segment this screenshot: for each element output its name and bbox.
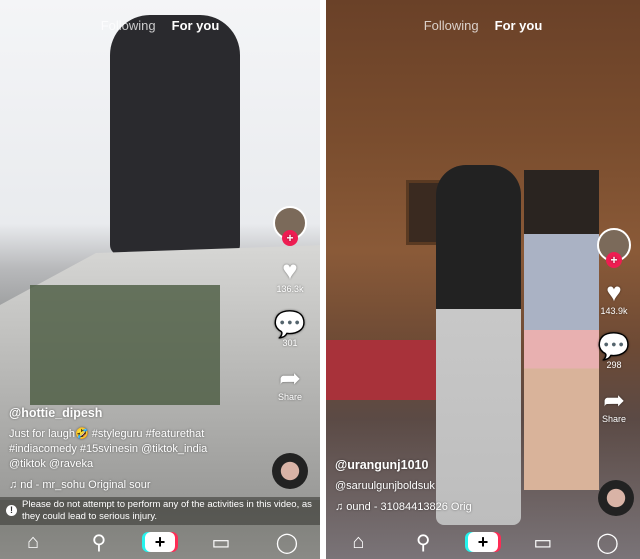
inbox-icon[interactable]: ▭ <box>523 530 563 555</box>
caption: @urangunj1010 @saruulgunjboldsuk ♫ ound … <box>335 458 472 515</box>
video-person <box>524 170 599 490</box>
follow-plus-icon[interactable]: + <box>282 230 298 246</box>
caption-line: @tiktok @raveka <box>9 458 94 470</box>
music-disc[interactable] <box>272 453 308 489</box>
music-ticker[interactable]: ♫ ound - 31084413826 Orig <box>335 500 472 515</box>
create-icon[interactable]: + <box>145 532 175 552</box>
home-icon[interactable]: ⌂ <box>338 531 378 554</box>
inbox-icon[interactable]: ▭ <box>201 530 241 555</box>
search-icon[interactable]: ⚲ <box>79 530 119 555</box>
caption-line: @saruulgunjboldsuk <box>335 480 435 492</box>
home-icon[interactable]: ⌂ <box>13 531 53 554</box>
bottom-nav: ⌂ ⚲ + ▭ ◯ <box>326 525 640 559</box>
tab-following[interactable]: Following <box>424 18 479 33</box>
top-tabs: Following For you <box>326 18 640 33</box>
warning-banner: ! Please do not attempt to perform any o… <box>0 497 320 525</box>
comment-icon[interactable]: 💬 <box>592 332 636 360</box>
video-feed-right[interactable]: Following For you + ♥ 143.9k 💬 298 ➦ Shar… <box>326 0 640 559</box>
like-count: 136.3k <box>276 284 304 294</box>
profile-icon[interactable]: ◯ <box>267 530 307 555</box>
create-icon[interactable]: + <box>467 532 498 552</box>
bottom-nav: ⌂ ⚲ + ▭ ◯ <box>0 525 320 559</box>
share-icon[interactable]: ➦ <box>268 364 312 392</box>
username[interactable]: @hottie_dipesh <box>9 406 207 421</box>
tab-for-you[interactable]: For you <box>172 18 220 33</box>
video-feed-left[interactable]: Following For you + ♥ 136.3k 💬 301 ➦ Shar… <box>0 0 320 559</box>
warning-icon: ! <box>6 505 17 516</box>
action-bar: + ♥ 143.9k 💬 298 ➦ Share <box>592 228 636 424</box>
video-person <box>110 15 240 255</box>
comment-icon[interactable]: 💬 <box>268 310 312 338</box>
share-label: Share <box>601 414 627 424</box>
follow-plus-icon[interactable]: + <box>606 252 622 268</box>
username[interactable]: @urangunj1010 <box>335 458 472 473</box>
heart-icon[interactable]: ♥ <box>268 256 312 284</box>
share-icon[interactable]: ➦ <box>592 386 636 414</box>
top-tabs: Following For you <box>0 18 320 33</box>
share-label: Share <box>277 392 303 402</box>
like-count: 143.9k <box>600 306 628 316</box>
comment-count: 298 <box>606 360 622 370</box>
video-window <box>30 285 220 405</box>
tab-for-you[interactable]: For you <box>495 18 543 33</box>
music-disc[interactable] <box>598 480 634 516</box>
heart-icon[interactable]: ♥ <box>592 278 636 306</box>
caption-line: Just for laugh🤣 #styleguru #featurethat <box>9 428 205 440</box>
music-ticker[interactable]: ♫ nd - mr_sohu Original sour <box>9 478 207 493</box>
caption: @hottie_dipesh Just for laugh🤣 #stylegur… <box>9 406 207 493</box>
tab-following[interactable]: Following <box>101 18 156 33</box>
warning-text: Please do not attempt to perform any of … <box>22 499 312 522</box>
search-icon[interactable]: ⚲ <box>403 530 443 555</box>
caption-line: #indiacomedy #15svinesin @tiktok_india <box>9 443 208 455</box>
comment-count: 301 <box>282 338 298 348</box>
action-bar: + ♥ 136.3k 💬 301 ➦ Share <box>268 206 312 402</box>
creator-avatar[interactable]: + <box>597 228 631 268</box>
creator-avatar[interactable]: + <box>273 206 307 246</box>
profile-icon[interactable]: ◯ <box>588 530 628 555</box>
